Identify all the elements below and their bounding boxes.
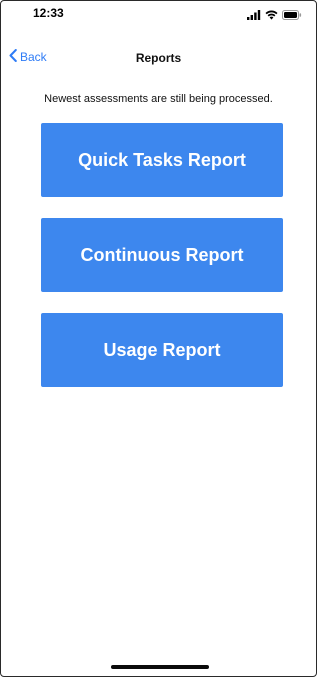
home-indicator[interactable] (111, 665, 209, 669)
navigation-bar: Back Reports (1, 43, 316, 73)
phone-screen: 12:33 Back Reports Newest assessments ar… (0, 0, 317, 677)
battery-icon (282, 7, 302, 25)
status-icons (247, 7, 302, 25)
page-title: Reports (135, 51, 182, 65)
processing-notice: Newest assessments are still being proce… (44, 93, 273, 105)
quick-tasks-report-button[interactable]: Quick Tasks Report (41, 123, 283, 197)
usage-report-button[interactable]: Usage Report (41, 313, 283, 387)
status-time: 12:33 (33, 6, 64, 20)
status-bar: 12:33 (1, 1, 316, 25)
continuous-report-button[interactable]: Continuous Report (41, 218, 283, 292)
wifi-icon (265, 7, 278, 25)
cellular-signal-icon (247, 7, 261, 25)
